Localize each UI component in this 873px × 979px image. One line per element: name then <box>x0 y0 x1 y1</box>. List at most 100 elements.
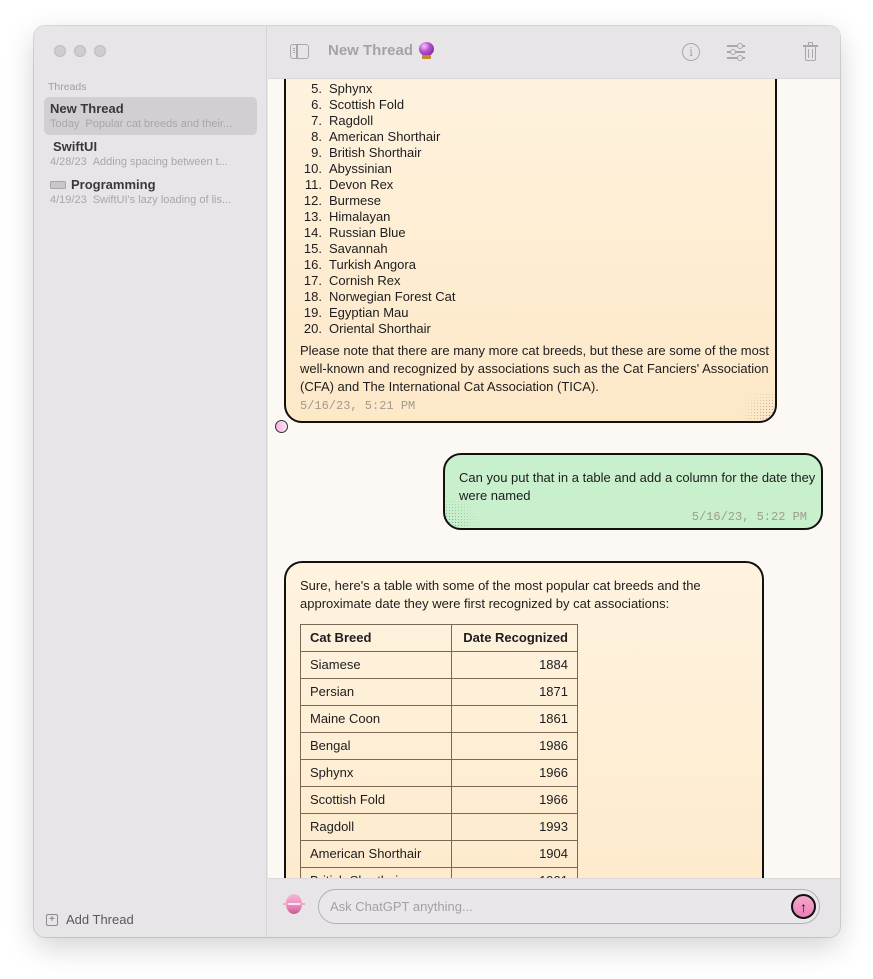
chat-transcript[interactable]: 5. Sphynx 6. Scottish Fold 7. Ragdoll 8. Americ… <box>268 79 840 878</box>
list-item-number: 20. <box>303 321 322 336</box>
thread-title: New Thread <box>328 42 414 59</box>
trash-icon[interactable] <box>801 42 821 62</box>
breed-table: Cat Breed Date Recognized Siamese 1884 Per… <box>300 624 578 878</box>
cell-date: 1986 <box>451 732 578 760</box>
thread-item-swiftui[interactable]: SwiftUI 4/28/23 Adding spacing between t.… <box>44 135 257 173</box>
message-text: Can you put that in a table and add a co… <box>459 470 816 503</box>
list-item-number: 9. <box>311 145 322 160</box>
thread-subtitle: Today Popular cat breeds and their... <box>50 117 251 131</box>
zoom-window-button[interactable] <box>94 45 106 57</box>
list-item: 8. American Shorthair <box>300 129 455 145</box>
message-input[interactable] <box>330 890 770 923</box>
add-thread-label: Add Thread <box>66 912 134 927</box>
app-window: Threads New Thread Today Popular cat bree… <box>34 26 840 937</box>
list-item: 15. Savannah <box>300 241 455 257</box>
list-item-text: Ragdoll <box>329 113 374 128</box>
list-item-text: Russian Blue <box>329 225 406 240</box>
list-item-number: 18. <box>303 289 322 304</box>
composer: ↑ <box>268 878 840 937</box>
bubble-grain-decoration <box>445 500 485 528</box>
close-window-button[interactable] <box>54 45 66 57</box>
plus-icon: + <box>46 913 58 926</box>
thread-item-programming[interactable]: Programming 4/19/23 SwiftUI's lazy loadin… <box>44 173 257 211</box>
user-message: Can you put that in a table and add a co… <box>443 453 823 530</box>
cell-breed: Sphynx <box>300 759 452 787</box>
toolbar: New Thread i <box>268 26 840 79</box>
arrow-up-icon: ↑ <box>800 898 807 915</box>
cell-date: 1871 <box>451 678 578 706</box>
list-item: 9. British Shorthair <box>300 145 455 161</box>
list-item-text: Oriental Shorthair <box>329 321 431 336</box>
info-icon[interactable]: i <box>682 43 700 61</box>
thread-preview: Popular cat breeds and their... <box>85 118 233 130</box>
thread-date: 4/19/23 <box>50 194 87 206</box>
table-row: Bengal 1986 <box>300 732 578 760</box>
cell-breed: American Shorthair <box>300 840 452 868</box>
thread-list: New Thread Today Popular cat breeds and t… <box>44 97 257 211</box>
thread-title: New Thread <box>50 101 124 116</box>
main-pane: New Thread i 5. Sphynx 6. Scottish Fold 7. Ra… <box>268 26 840 937</box>
list-item-text: Himalayan <box>329 209 391 224</box>
thread-subtitle: 4/19/23 SwiftUI's lazy loading of lis... <box>50 193 251 207</box>
column-header-breed: Cat Breed <box>300 624 452 652</box>
cell-date: 1966 <box>451 759 578 787</box>
list-item-text: Cornish Rex <box>329 273 401 288</box>
list-item: 14. Russian Blue <box>300 225 455 241</box>
sidebar-toggle-icon[interactable] <box>290 44 309 59</box>
cell-breed: Siamese <box>300 651 452 679</box>
cell-breed: Bengal <box>300 732 452 760</box>
thread-title: Programming <box>50 177 251 193</box>
breed-list: 5. Sphynx 6. Scottish Fold 7. Ragdoll 8. Americ… <box>300 81 456 337</box>
list-item: 11. Devon Rex <box>300 177 455 193</box>
thread-date: Today <box>50 118 80 130</box>
list-item-text: British Shorthair <box>329 145 422 160</box>
list-item-number: 10. <box>303 161 322 176</box>
message-text: Sure, here's a table with some of the mo… <box>300 578 701 611</box>
bubble-grain-decoration <box>735 393 775 421</box>
list-item-number: 8. <box>311 129 322 144</box>
cell-date: 1993 <box>451 813 578 841</box>
list-item: 19. Egyptian Mau <box>300 305 455 321</box>
minimize-window-button[interactable] <box>74 45 86 57</box>
list-item: 5. Sphynx <box>300 81 455 97</box>
cell-breed: Persian <box>300 678 452 706</box>
list-item-number: 11. <box>304 177 322 192</box>
list-item-number: 17. <box>303 273 322 288</box>
list-item-text: Devon Rex <box>329 177 394 192</box>
crystal-ball-icon <box>419 42 435 59</box>
add-thread-button[interactable]: + Add Thread <box>46 912 134 927</box>
list-item: 10. Abyssinian <box>300 161 455 177</box>
list-item: 6. Scottish Fold <box>300 97 455 113</box>
cell-date: 1904 <box>451 840 578 868</box>
cell-date: 1901 <box>451 867 578 878</box>
list-item-text: Burmese <box>329 193 382 208</box>
list-item: 13. Himalayan <box>300 209 455 225</box>
list-item-text: Scottish Fold <box>329 97 405 112</box>
table-row: American Shorthair 1904 <box>300 840 578 868</box>
thread-title-text: Programming <box>71 177 156 192</box>
list-item: 12. Burmese <box>300 193 455 209</box>
thread-preview: SwiftUI's lazy loading of lis... <box>92 194 232 206</box>
cell-breed: Scottish Fold <box>300 786 452 814</box>
list-item-number: 16. <box>303 257 322 272</box>
list-item-text: Abyssinian <box>329 161 392 176</box>
list-item-number: 6. <box>311 97 322 112</box>
thread-item-new-thread[interactable]: New Thread Today Popular cat breeds and t… <box>44 97 257 135</box>
sliders-icon[interactable] <box>726 42 746 62</box>
message-timestamp: 5/16/23, 5:22 PM <box>691 510 807 524</box>
list-item-number: 5. <box>311 81 322 96</box>
assistant-message: Sure, here's a table with some of the mo… <box>284 561 764 878</box>
message-note: Please note that there are many more cat… <box>300 343 769 394</box>
threads-heading: Threads <box>48 81 87 93</box>
list-item-text: Turkish Angora <box>329 257 416 272</box>
send-button[interactable]: ↑ <box>791 894 816 919</box>
ufo-icon[interactable] <box>283 894 305 916</box>
thread-subtitle: 4/28/23 Adding spacing between t... <box>50 155 251 169</box>
list-item-number: 13. <box>303 209 322 224</box>
list-item-number: 12. <box>303 193 322 208</box>
list-item-number: 19. <box>303 305 322 320</box>
table-row: Siamese 1884 <box>300 651 578 679</box>
list-item: 17. Cornish Rex <box>300 273 455 289</box>
assistant-message: 5. Sphynx 6. Scottish Fold 7. Ragdoll 8. Americ… <box>284 79 777 423</box>
thread-title: SwiftUI <box>53 139 98 154</box>
